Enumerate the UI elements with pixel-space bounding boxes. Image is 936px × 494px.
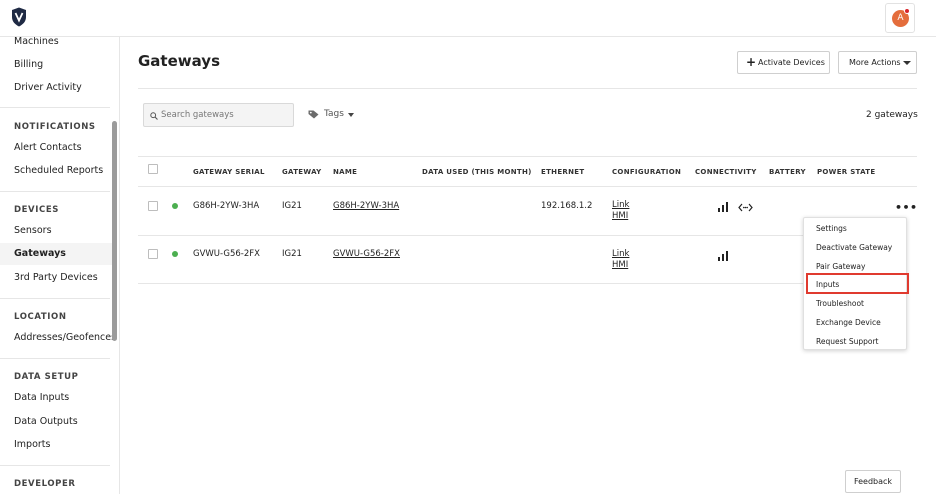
activate-devices-label: Activate Devices: [758, 58, 825, 67]
sidebar-heading-data-setup: DATA SETUP: [14, 372, 79, 382]
table-header-divider: [138, 186, 917, 187]
sidebar-divider: [0, 107, 110, 108]
sidebar-scrollbar[interactable]: [112, 121, 117, 341]
column-header-gateway-serial[interactable]: GATEWAY SERIAL: [193, 168, 265, 176]
plus-icon: +: [746, 55, 757, 69]
table-top-divider: [138, 156, 917, 157]
menu-item-troubleshoot[interactable]: Troubleshoot: [816, 299, 864, 308]
gateway-model: IG21: [282, 249, 302, 259]
sidebar-item-sensors[interactable]: Sensors: [14, 225, 52, 236]
gateway-model: IG21: [282, 201, 302, 211]
column-header-ethernet[interactable]: ETHERNET: [541, 168, 584, 176]
config-hmi-link[interactable]: HMI: [612, 260, 628, 270]
menu-item-settings[interactable]: Settings: [816, 224, 847, 233]
config-link[interactable]: Link: [612, 200, 629, 210]
gateway-serial: GVWU-G56-2FX: [193, 249, 260, 259]
select-all-checkbox[interactable]: [148, 164, 158, 174]
config-hmi-link[interactable]: HMI: [612, 211, 628, 221]
column-header-power-state[interactable]: POWER STATE: [817, 168, 875, 176]
status-online-dot: [172, 251, 178, 257]
gateway-name-link[interactable]: GVWU-G56-2FX: [333, 249, 400, 259]
sidebar-item-driver-activity[interactable]: Driver Activity: [14, 82, 82, 93]
top-bar: A: [0, 0, 936, 37]
gateway-serial: G86H-2YW-3HA: [193, 201, 260, 211]
row-checkbox[interactable]: [148, 249, 158, 259]
column-header-connectivity[interactable]: CONNECTIVITY: [695, 168, 757, 176]
sidebar-divider: [0, 191, 110, 192]
brand-logo-icon[interactable]: [11, 7, 27, 27]
sidebar-heading-devices: DEVICES: [14, 205, 59, 215]
sidebar-item-billing[interactable]: Billing: [14, 59, 43, 70]
search-field[interactable]: [143, 103, 294, 127]
sidebar-divider: [0, 358, 110, 359]
row-actions-menu: Settings Deactivate Gateway Pair Gateway…: [803, 217, 909, 350]
tag-icon: [308, 110, 319, 119]
column-header-battery[interactable]: BATTERY: [769, 168, 806, 176]
menu-item-exchange-device[interactable]: Exchange Device: [816, 318, 881, 327]
gateway-name-link[interactable]: G86H-2YW-3HA: [333, 201, 399, 211]
menu-item-request-support[interactable]: Request Support: [816, 337, 879, 346]
gateway-count: 2 gateways: [866, 110, 918, 120]
cellular-signal-icon: [718, 202, 728, 212]
tags-label: Tags: [324, 109, 344, 119]
header-divider: [138, 88, 917, 89]
chevron-down-icon: [903, 61, 911, 65]
sidebar-divider: [0, 298, 110, 299]
ethernet-connection-icon: [738, 203, 753, 212]
more-actions-label: More Actions: [849, 58, 901, 67]
sidebar-item-addresses-geofences[interactable]: Addresses/Geofences: [14, 332, 116, 343]
search-input[interactable]: [161, 108, 289, 122]
column-header-data-used[interactable]: DATA USED (THIS MONTH): [422, 168, 532, 176]
sidebar-item-data-outputs[interactable]: Data Outputs: [14, 416, 78, 427]
sidebar-heading-location: LOCATION: [14, 312, 67, 322]
menu-item-deactivate-gateway[interactable]: Deactivate Gateway: [816, 243, 892, 252]
activate-devices-button[interactable]: + Activate Devices: [737, 51, 830, 74]
cellular-signal-icon: [718, 251, 728, 261]
page-title: Gateways: [138, 52, 221, 70]
more-actions-button[interactable]: More Actions: [838, 51, 917, 74]
sidebar-divider: [0, 465, 110, 466]
sidebar-item-alert-contacts[interactable]: Alert Contacts: [14, 142, 82, 153]
sidebar-item-gateways[interactable]: Gateways: [0, 243, 112, 265]
chevron-down-icon: [348, 113, 354, 117]
feedback-button[interactable]: Feedback: [845, 470, 901, 493]
row-divider: [138, 235, 804, 236]
search-icon: [150, 112, 158, 120]
config-link[interactable]: Link: [612, 249, 629, 259]
sidebar-item-scheduled-reports[interactable]: Scheduled Reports: [14, 165, 103, 176]
sidebar: Machines Billing Driver Activity NOTIFIC…: [0, 37, 120, 494]
column-header-gateway[interactable]: GATEWAY: [282, 168, 322, 176]
sidebar-item-machines[interactable]: Machines: [14, 37, 59, 47]
sidebar-item-imports[interactable]: Imports: [14, 439, 50, 450]
menu-item-pair-gateway[interactable]: Pair Gateway: [816, 262, 865, 271]
column-header-name[interactable]: NAME: [333, 168, 357, 176]
sidebar-heading-notifications: NOTIFICATIONS: [14, 122, 96, 132]
status-online-dot: [172, 203, 178, 209]
notification-dot: [904, 8, 910, 14]
sidebar-item-3rd-party-devices[interactable]: 3rd Party Devices: [14, 272, 98, 283]
user-menu-button[interactable]: A: [885, 3, 915, 33]
menu-item-inputs[interactable]: Inputs: [816, 280, 839, 289]
row-divider: [138, 283, 804, 284]
row-actions-kebab-icon[interactable]: •••: [895, 201, 918, 214]
sidebar-heading-developer: DEVELOPER: [14, 479, 76, 489]
column-header-configuration[interactable]: CONFIGURATION: [612, 168, 681, 176]
ethernet-address: 192.168.1.2: [541, 201, 593, 211]
row-checkbox[interactable]: [148, 201, 158, 211]
sidebar-item-data-inputs[interactable]: Data Inputs: [14, 392, 69, 403]
